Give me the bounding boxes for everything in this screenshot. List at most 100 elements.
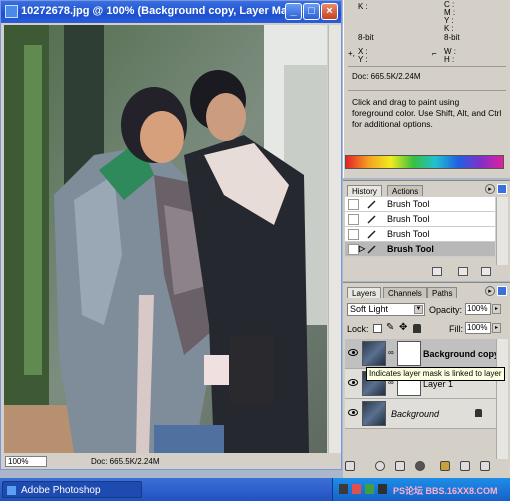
new-group-icon[interactable]	[440, 461, 450, 471]
history-state-checkbox[interactable]	[348, 214, 359, 225]
lock-label: Lock:	[347, 324, 369, 334]
lock-icon	[475, 409, 482, 417]
tab-history[interactable]: History	[347, 185, 382, 196]
panel-minimize-icon[interactable]	[497, 286, 507, 296]
selection-size-icon: ⌐	[432, 49, 437, 58]
tab-actions[interactable]: Actions	[387, 185, 424, 196]
layer-thumbnail[interactable]	[362, 341, 386, 366]
history-item-selected[interactable]: ▷ Brush Tool	[345, 242, 495, 257]
zoom-field[interactable]: 100%	[5, 456, 47, 467]
info-panel: K : C : M : Y : K : 8-bit 8-bit +, X : Y…	[343, 0, 510, 178]
info-doc-size: Doc: 665.5K/2.24M	[352, 72, 421, 81]
layer-style-icon[interactable]	[375, 461, 385, 471]
info-h-label: H :	[444, 55, 455, 64]
info-bit-depth-2: 8-bit	[444, 33, 460, 42]
history-item-label: Brush Tool	[387, 244, 434, 254]
blend-mode-select[interactable]: Soft Light ▼	[347, 303, 425, 316]
history-item-label: Brush Tool	[387, 199, 430, 209]
layers-scrollbar[interactable]	[496, 339, 508, 459]
new-document-from-state-icon[interactable]	[432, 267, 442, 276]
history-item[interactable]: Brush Tool	[345, 197, 495, 212]
tab-channels[interactable]: Channels	[383, 287, 427, 298]
lock-all-icon[interactable]	[413, 324, 421, 333]
chain-link-icon[interactable]: ∞	[388, 348, 394, 357]
layer-row-background-copy[interactable]: ∞ Background copy	[345, 339, 500, 369]
brush-icon	[367, 200, 376, 209]
divider	[348, 90, 506, 91]
minimize-button[interactable]: _	[285, 3, 302, 20]
document-title-bar[interactable]: 10272678.jpg @ 100% (Background copy, La…	[1, 1, 341, 23]
tool-hint-text: Click and drag to paint using foreground…	[352, 97, 502, 129]
history-item[interactable]: Brush Tool	[345, 227, 495, 242]
watermark-text: PS论坛 BBS.16XX8.COM	[393, 486, 498, 496]
panel-menu-icon[interactable]: ▸	[485, 184, 495, 194]
tray-icon[interactable]	[378, 484, 387, 494]
color-ramp[interactable]	[345, 155, 504, 169]
fill-slider-arrow-icon[interactable]: ▸	[492, 323, 501, 333]
photoshop-app-icon	[7, 486, 16, 495]
chevron-down-icon[interactable]: ▼	[414, 305, 423, 314]
snapshot-camera-icon[interactable]	[458, 267, 468, 276]
brush-icon	[367, 215, 376, 224]
blend-mode-value: Soft Light	[350, 304, 389, 314]
crosshair-icon: +,	[348, 49, 355, 58]
opacity-slider-arrow-icon[interactable]: ▸	[492, 304, 501, 314]
info-y2-label: Y :	[358, 55, 368, 64]
taskbar: Adobe Photoshop PS论坛 BBS.16XX8.COM	[0, 478, 510, 501]
opacity-label: Opacity:	[429, 305, 463, 315]
maximize-button[interactable]: □	[303, 3, 320, 20]
visibility-eye-icon[interactable]	[348, 349, 358, 356]
history-item[interactable]: Brush Tool	[345, 212, 495, 227]
layer-row-background[interactable]: Background	[345, 399, 496, 429]
trash-icon[interactable]	[480, 461, 490, 471]
document-status-bar: 100% Doc: 665.5K/2.24M	[3, 455, 339, 468]
lock-brush-icon[interactable]: ✎	[386, 322, 394, 333]
layers-footer	[345, 461, 505, 474]
adjustment-layer-icon[interactable]	[415, 461, 425, 471]
tray-icon[interactable]	[339, 484, 348, 494]
photoshop-doc-icon	[5, 5, 18, 18]
tray-icon[interactable]	[352, 484, 361, 494]
close-button[interactable]: ×	[321, 3, 338, 20]
trash-icon[interactable]	[481, 267, 491, 276]
tab-layers[interactable]: Layers	[347, 287, 382, 298]
visibility-eye-icon[interactable]	[348, 409, 358, 416]
layer-name: Background copy	[423, 349, 500, 359]
info-k-label: K :	[358, 2, 368, 11]
tray-icon[interactable]	[365, 484, 374, 494]
fill-label: Fill:	[449, 324, 463, 334]
layer-name: Background	[391, 409, 440, 419]
visibility-eye-icon[interactable]	[348, 379, 358, 386]
lock-move-icon[interactable]: ✥	[399, 322, 407, 333]
fill-field[interactable]: 100%	[465, 322, 491, 334]
history-scrollbar[interactable]	[496, 197, 508, 265]
new-layer-icon[interactable]	[460, 461, 470, 471]
history-item-label: Brush Tool	[387, 214, 430, 224]
brush-icon	[367, 230, 376, 239]
taskbar-app-label: Adobe Photoshop	[21, 485, 101, 496]
taskbar-app-button[interactable]: Adobe Photoshop	[2, 481, 142, 498]
history-state-checkbox[interactable]	[348, 244, 359, 255]
add-mask-icon[interactable]	[395, 461, 405, 471]
history-item-label: Brush Tool	[387, 229, 430, 239]
link-layers-icon[interactable]	[345, 461, 355, 471]
history-state-checkbox[interactable]	[348, 199, 359, 210]
layer-mask-thumbnail[interactable]	[397, 341, 421, 366]
document-window: 10272678.jpg @ 100% (Background copy, La…	[0, 0, 342, 470]
document-title: 10272678.jpg @ 100% (Background copy, La…	[21, 5, 313, 17]
panel-minimize-icon[interactable]	[497, 184, 507, 194]
lock-transparency-icon[interactable]	[373, 324, 382, 333]
info-k2-label: K :	[444, 24, 454, 33]
history-state-marker-icon: ▷	[359, 244, 366, 253]
divider	[348, 66, 506, 67]
layer-thumbnail[interactable]	[362, 401, 386, 426]
canvas-vertical-scrollbar[interactable]	[328, 25, 341, 453]
history-state-checkbox[interactable]	[348, 229, 359, 240]
panel-menu-icon[interactable]: ▸	[485, 286, 495, 296]
doc-size-info: Doc: 665.5K/2.24M	[91, 457, 160, 466]
tooltip: Indicates layer mask is linked to layer	[366, 367, 505, 381]
info-bit-depth: 8-bit	[358, 33, 374, 42]
opacity-field[interactable]: 100%	[465, 303, 491, 315]
tab-paths[interactable]: Paths	[427, 287, 458, 298]
image-canvas[interactable]	[4, 25, 327, 453]
